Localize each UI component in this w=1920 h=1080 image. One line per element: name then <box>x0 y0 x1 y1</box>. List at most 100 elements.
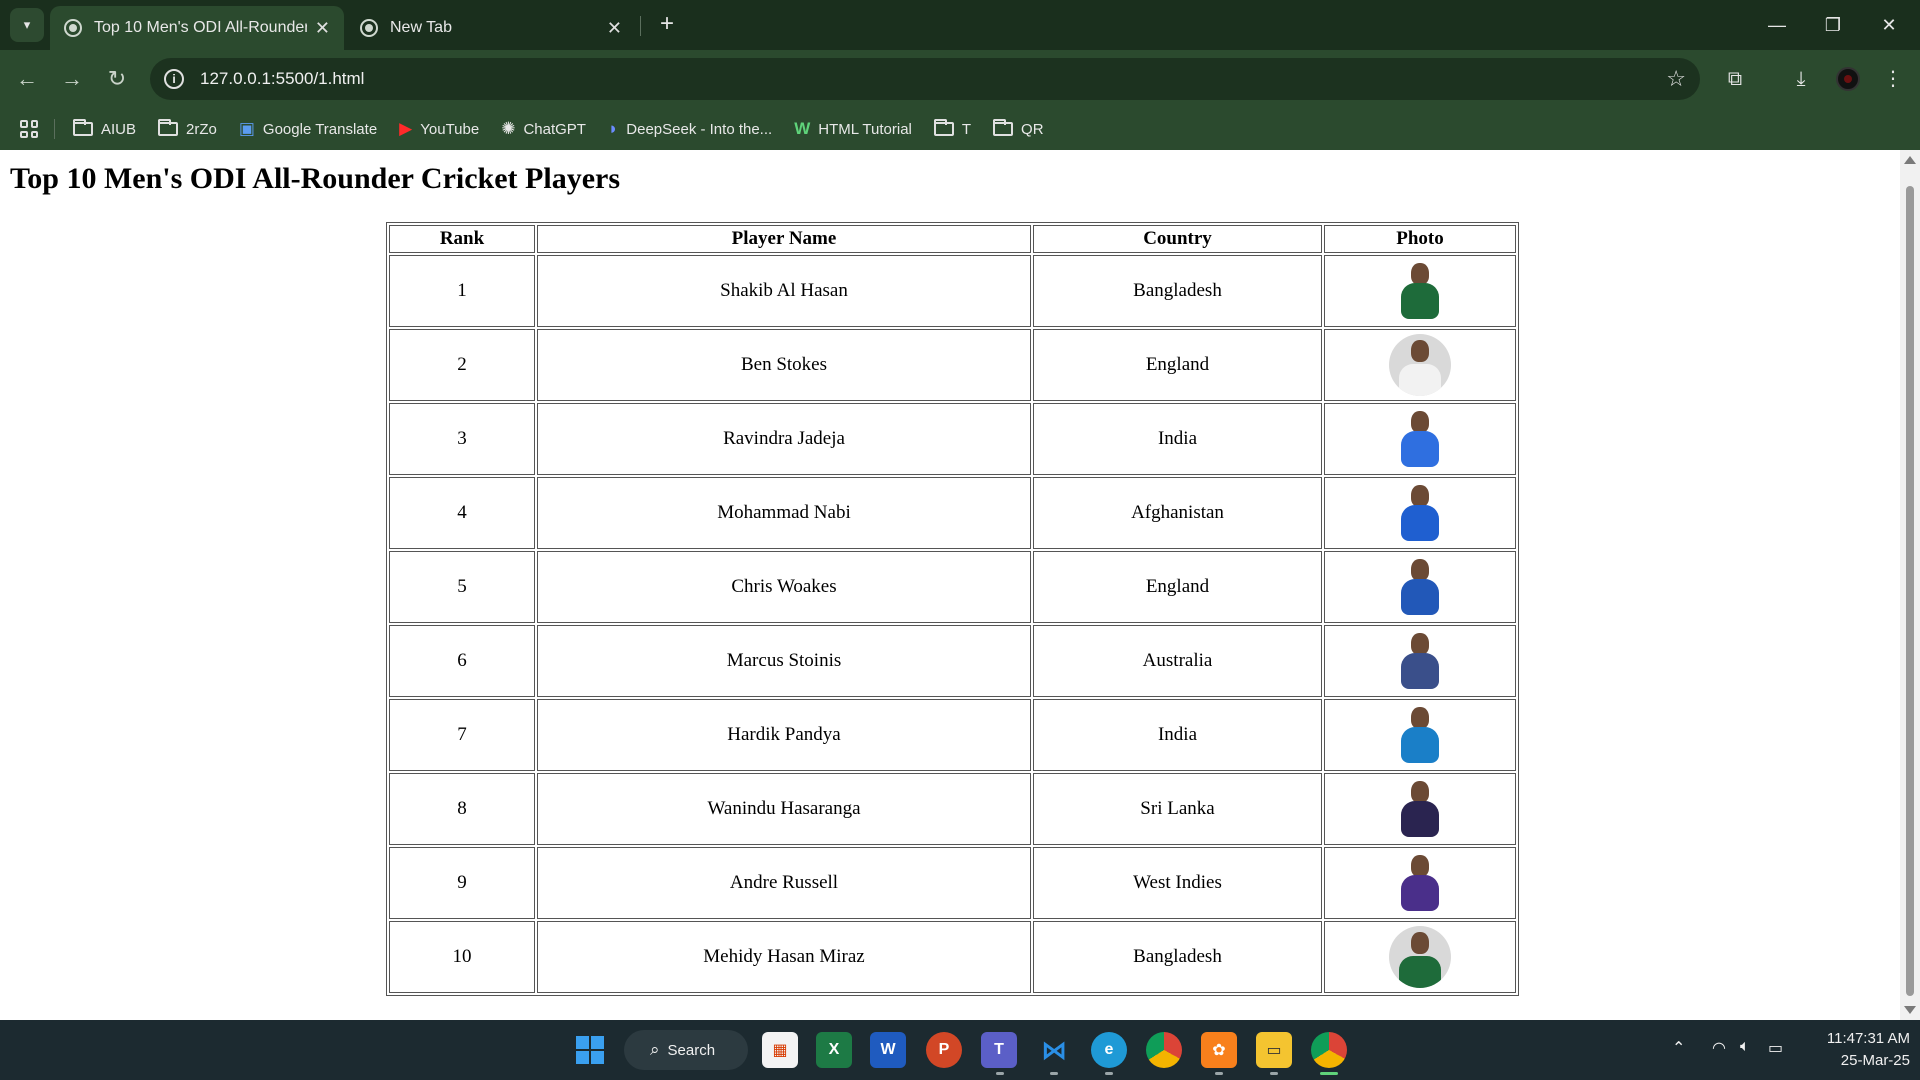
menu-icon[interactable]: ⋮ <box>1876 62 1910 96</box>
country-cell: England <box>1033 329 1322 401</box>
player-photo-jersey <box>1401 727 1439 763</box>
bookmark-google-translate[interactable]: ▣ Google Translate <box>239 119 377 139</box>
xampp-icon[interactable]: ✿ <box>1201 1032 1237 1068</box>
profile-avatar[interactable] <box>1836 67 1860 91</box>
header-photo: Photo <box>1324 225 1516 253</box>
rank-cell: 8 <box>389 773 535 845</box>
bookmark-chatgpt[interactable]: ✺ ChatGPT <box>501 119 586 139</box>
folder-icon <box>73 119 93 136</box>
player-name-cell: Marcus Stoinis <box>537 625 1031 697</box>
back-icon[interactable]: ← <box>10 62 44 96</box>
download-icon[interactable]: ⤓ <box>1784 62 1818 96</box>
excel-icon[interactable]: X <box>816 1032 852 1068</box>
bookmark-aiub[interactable]: AIUB <box>73 119 136 138</box>
country-cell: Bangladesh <box>1033 921 1322 993</box>
vertical-scrollbar[interactable] <box>1900 150 1920 1020</box>
player-photo-head <box>1411 559 1429 581</box>
bookmark-html-tutorial[interactable]: W HTML Tutorial <box>794 119 912 139</box>
forward-icon[interactable]: → <box>55 62 89 96</box>
photo-cell <box>1324 403 1516 475</box>
bookmark-t[interactable]: T <box>933 119 971 138</box>
player-name-cell: Chris Woakes <box>537 551 1031 623</box>
close-tab-icon[interactable]: ✕ <box>607 18 622 39</box>
file-explorer-icon[interactable]: ▭ <box>1256 1032 1292 1068</box>
player-photo <box>1391 631 1449 691</box>
photo-cell <box>1324 255 1516 327</box>
rank-cell: 3 <box>389 403 535 475</box>
page-title: Top 10 Men's ODI All-Rounder Cricket Pla… <box>10 162 621 195</box>
tab-new-tab[interactable]: New Tab ✕ <box>346 6 636 50</box>
chatgpt-icon: ✺ <box>501 119 516 138</box>
bookmark-star-icon[interactable]: ☆ <box>1666 66 1686 92</box>
player-name-cell: Ravindra Jadeja <box>537 403 1031 475</box>
close-window-icon[interactable]: ✕ <box>1866 8 1912 42</box>
chrome-icon[interactable] <box>1146 1032 1182 1068</box>
folder-icon <box>993 119 1014 136</box>
scroll-thumb[interactable] <box>1906 186 1914 996</box>
photo-cell <box>1324 699 1516 771</box>
bookmark-youtube[interactable]: ▶ YouTube <box>399 119 479 139</box>
scroll-down-icon[interactable] <box>1904 1006 1916 1014</box>
country-cell: Bangladesh <box>1033 255 1322 327</box>
table-row: 6 Marcus Stoinis Australia <box>389 625 1516 697</box>
bookmark-label: Google Translate <box>262 120 378 138</box>
taskbar: ⌕ Search ▦ X W P T ⋈ e ✿ ▭ ⌃ ◠ 🔈︎ ▭ 11:4… <box>0 1020 1920 1080</box>
scroll-up-icon[interactable] <box>1904 156 1916 164</box>
photo-cell <box>1324 551 1516 623</box>
player-name-cell: Hardik Pandya <box>537 699 1031 771</box>
country-cell: Sri Lanka <box>1033 773 1322 845</box>
bookmark-qr[interactable]: QR <box>993 119 1044 138</box>
bookmark-label: DeepSeek - Into the... <box>626 120 773 138</box>
rank-cell: 9 <box>389 847 535 919</box>
tab-title: New Tab <box>390 19 452 36</box>
bookmark-label: HTML Tutorial <box>818 120 912 138</box>
player-photo-jersey <box>1401 283 1439 319</box>
address-text: 127.0.0.1:5500/1.html <box>200 69 365 88</box>
bookmark-deepseek[interactable]: ◗ DeepSeek - Into the... <box>608 119 772 139</box>
tab-search-button[interactable]: ▾ <box>10 8 44 42</box>
word-icon[interactable]: W <box>870 1032 906 1068</box>
restore-icon[interactable]: ❐ <box>1810 8 1856 42</box>
globe-icon <box>64 19 82 37</box>
teams-icon[interactable]: T <box>981 1032 1017 1068</box>
photo-cell <box>1324 625 1516 697</box>
address-bar[interactable]: i 127.0.0.1:5500/1.html ☆ <box>150 58 1700 100</box>
extensions-icon[interactable]: ⧉ <box>1718 62 1752 96</box>
folder-icon <box>158 119 179 136</box>
apps-grid-icon[interactable] <box>20 120 38 138</box>
youtube-icon: ▶ <box>399 119 413 138</box>
bookmark-2rzo[interactable]: 2rZo <box>158 119 217 138</box>
volume-icon[interactable]: 🔈︎ <box>1740 1038 1750 1056</box>
table-row: 1 Shakib Al Hasan Bangladesh <box>389 255 1516 327</box>
player-name-cell: Shakib Al Hasan <box>537 255 1031 327</box>
close-tab-icon[interactable]: ✕ <box>315 18 330 39</box>
windows-start-icon[interactable] <box>572 1032 608 1068</box>
minimize-icon[interactable]: — <box>1754 8 1800 42</box>
microsoft-store-icon[interactable]: ▦ <box>762 1032 798 1068</box>
table-row: 2 Ben Stokes England <box>389 329 1516 401</box>
new-tab-button[interactable]: + <box>652 9 682 39</box>
tab-active[interactable]: Top 10 Men's ODI All-Rounder ✕ <box>50 6 344 50</box>
player-photo <box>1391 705 1449 765</box>
running-indicator <box>1270 1072 1278 1075</box>
table-row: 4 Mohammad Nabi Afghanistan <box>389 477 1516 549</box>
active-indicator <box>1320 1072 1338 1075</box>
player-photo-head <box>1411 932 1429 954</box>
photo-cell <box>1324 847 1516 919</box>
bookmarks-separator <box>54 119 55 139</box>
battery-icon[interactable]: ▭ <box>1768 1038 1783 1058</box>
wifi-icon[interactable]: ◠ <box>1712 1038 1726 1058</box>
folder-icon <box>933 119 954 136</box>
vscode-icon[interactable]: ⋈ <box>1036 1032 1072 1068</box>
edge-icon[interactable]: e <box>1091 1032 1127 1068</box>
chevron-up-icon[interactable]: ⌃ <box>1672 1038 1685 1058</box>
chrome-active-icon[interactable] <box>1311 1032 1347 1068</box>
taskbar-search[interactable]: ⌕ Search <box>624 1030 748 1070</box>
powerpoint-icon[interactable]: P <box>926 1032 962 1068</box>
site-info-icon[interactable]: i <box>164 69 184 89</box>
clock-date: 25-Mar-25 <box>1840 1052 1910 1069</box>
reload-icon[interactable]: ↻ <box>100 62 134 96</box>
system-clock[interactable]: 11:47:31 AM 25-Mar-25 <box>1800 1028 1910 1072</box>
table-row: 7 Hardik Pandya India <box>389 699 1516 771</box>
rank-cell: 6 <box>389 625 535 697</box>
